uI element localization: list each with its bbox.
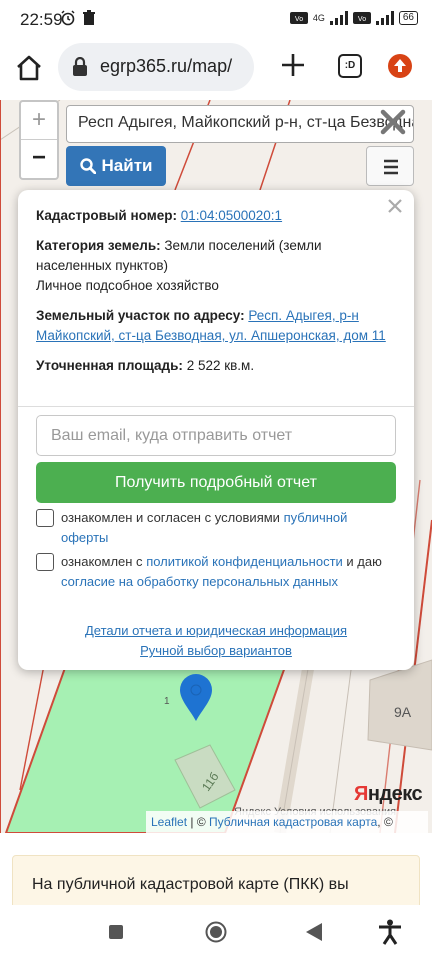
attribution-sep: | © (187, 815, 209, 829)
address-search-input[interactable]: Респ Адыгея, Майкопский р-н, ст-ца Безво… (66, 105, 414, 143)
volte-icon-2: Vo (352, 12, 371, 24)
privacy-consent-checkbox[interactable] (36, 553, 54, 571)
recents-button[interactable] (109, 925, 123, 939)
system-nav-bar (0, 905, 432, 960)
offer-consent-label: ознакомлен и согласен с условиями (61, 510, 284, 525)
email-field[interactable]: Ваш email, куда отправить отчет (36, 415, 396, 456)
yandex-logo-rest: ндекс (367, 783, 423, 805)
signal-icon (329, 11, 348, 25)
zoom-in-button[interactable]: + (21, 102, 57, 140)
battery-icon: 66 (398, 11, 418, 25)
close-icon[interactable] (386, 197, 404, 215)
tabs-icon[interactable]: :D (338, 54, 362, 78)
popup-bottom-links: Детали отчета и юридическая информация Р… (18, 621, 414, 661)
offer-consent-text: ознакомлен и согласен с условиями публич… (61, 508, 396, 548)
signal-icon-2 (375, 11, 394, 25)
address-label: Земельный участок по адресу: (36, 308, 245, 323)
menu-button[interactable] (366, 146, 414, 186)
land-category-row: Категория земель: Земли поселений (земли… (36, 236, 396, 276)
privacy-consent-label-2: и даю (342, 554, 382, 569)
manual-selection-link[interactable]: Ручной выбор вариантов (140, 643, 292, 658)
zoom-control: + − (19, 100, 59, 180)
clear-icon[interactable] (380, 109, 406, 135)
land-category-label: Категория земель: (36, 238, 161, 253)
status-icons-left (60, 10, 96, 26)
update-icon[interactable] (388, 54, 412, 78)
alarm-icon (61, 10, 75, 26)
nav-home-icon[interactable] (205, 921, 227, 943)
attribution-tail: , © (377, 815, 393, 829)
map-attribution: Leaflet | © Публичная кадастровая карта,… (146, 811, 428, 833)
area-row: Уточненная площадь: 2 522 кв.м. (36, 356, 396, 376)
network-type: 4G (312, 13, 325, 23)
parcel-number-label: 1 (164, 696, 170, 707)
privacy-consent-row: ознакомлен с политикой конфиденциальност… (36, 552, 396, 592)
parcel-info-popup: Кадастровый номер: 01:04:0500020:1 Катег… (18, 190, 414, 670)
search-icon (79, 158, 96, 174)
info-banner-text: На публичной кадастровой карте (ПКК) вы (32, 876, 349, 893)
privacy-consent-label-1: ознакомлен с (61, 554, 147, 569)
search-button-label: Найти (101, 156, 153, 175)
cadastral-number-link[interactable]: 01:04:0500020:1 (181, 208, 282, 223)
divider (18, 406, 414, 407)
status-bar: 22:59 Vo 4G Vo 66 (0, 0, 432, 38)
zoom-out-button[interactable]: − (21, 140, 57, 178)
get-report-button[interactable]: Получить подробный отчет (36, 462, 396, 503)
report-details-link[interactable]: Детали отчета и юридическая информация (85, 623, 347, 638)
home-icon[interactable] (14, 53, 44, 83)
map-marker-icon[interactable] (178, 674, 214, 722)
offer-consent-checkbox[interactable] (36, 509, 54, 527)
privacy-policy-link[interactable]: политикой конфиденциальности (146, 554, 343, 569)
volte-icon: Vo (289, 12, 308, 24)
yandex-logo-first: Я (354, 783, 368, 805)
url-text: egrp365.ru/map/ (100, 56, 233, 76)
lock-icon (73, 57, 87, 76)
offer-consent-row: ознакомлен и согласен с условиями публич… (36, 508, 396, 548)
browser-toolbar: egrp365.ru/map/ :D (0, 38, 432, 100)
back-icon[interactable] (305, 922, 323, 942)
svg-text:Vo: Vo (358, 16, 366, 23)
cadastral-number-label: Кадастровый номер: (36, 208, 177, 223)
svg-text:Vo: Vo (295, 16, 303, 23)
area-value: 2 522 кв.м. (186, 358, 255, 373)
area-label: Уточненная площадь: (36, 358, 183, 373)
privacy-consent-text: ознакомлен с политикой конфиденциальност… (61, 552, 396, 592)
address-row: Земельный участок по адресу: Респ. Адыге… (36, 306, 396, 346)
status-icons-right: Vo 4G Vo 66 (289, 11, 418, 25)
data-processing-link[interactable]: согласие на обработку персональных данны… (61, 574, 338, 589)
search-button[interactable]: Найти (66, 146, 166, 186)
plus-icon[interactable] (280, 52, 306, 78)
trash-icon (83, 10, 95, 25)
accessibility-icon[interactable] (378, 919, 402, 945)
map-area[interactable]: 11б + − Респ Адыгея, Майкопский р-н, ст-… (0, 100, 432, 833)
yandex-logo: Яндекс (354, 783, 423, 806)
house-number-label: 9А (394, 704, 412, 720)
leaflet-link[interactable]: Leaflet (151, 815, 187, 829)
url-bar[interactable]: egrp365.ru/map/ (58, 43, 254, 91)
pkk-link[interactable]: Публичная кадастровая карта (209, 815, 377, 829)
cadastral-number-row: Кадастровый номер: 01:04:0500020:1 (36, 206, 396, 226)
land-usage-value: Личное подсобное хозяйство (36, 278, 219, 293)
status-time: 22:59 (20, 10, 63, 29)
hamburger-icon (384, 159, 398, 175)
